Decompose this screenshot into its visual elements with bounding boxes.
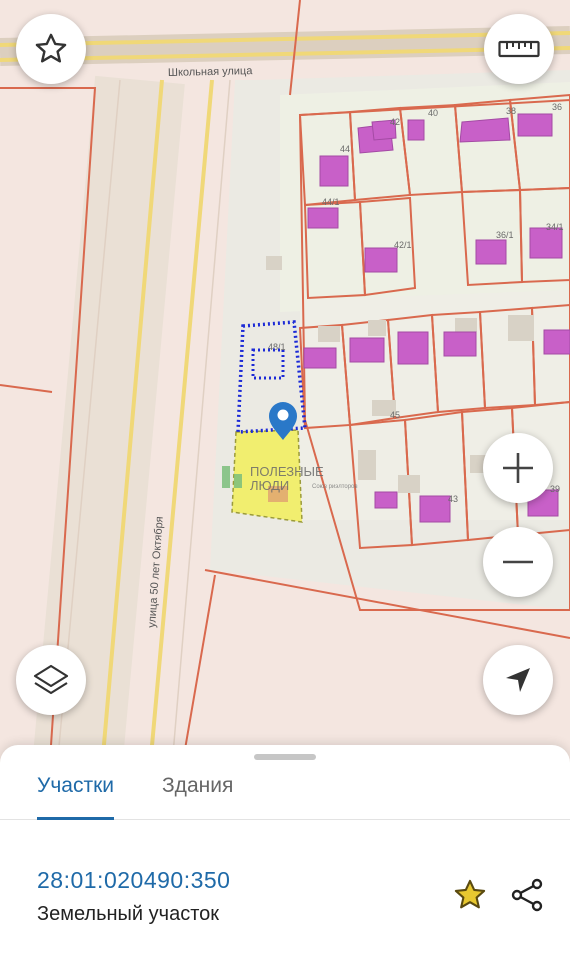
house-number: 38 (506, 106, 516, 116)
ruler-button[interactable] (484, 14, 554, 84)
sheet-drag-handle[interactable] (254, 754, 316, 760)
navigation-arrow-icon (506, 668, 530, 692)
favorite-button[interactable] (16, 14, 86, 84)
star-filled-icon (454, 879, 486, 909)
map-screen: 44 42 40 38 36 44/1 42/1 36/1 34/1 48/1 … (0, 0, 570, 960)
share-button[interactable] (507, 875, 547, 915)
house-number: 36/1 (496, 230, 514, 240)
cadastral-number-link[interactable]: 28:01:020490:350 (37, 867, 230, 894)
house-number: 43 (448, 494, 458, 504)
house-number: 44 (340, 144, 350, 154)
star-outline-icon (35, 33, 67, 63)
layers-icon (33, 664, 69, 695)
tab-parcels[interactable]: Участки (37, 771, 114, 820)
plus-icon (503, 453, 533, 483)
house-number: 39 (550, 484, 560, 494)
street-label-school: Школьная улица (168, 65, 254, 79)
minus-icon (503, 560, 533, 564)
tab-buildings[interactable]: Здания (162, 771, 233, 820)
sheet-tabs: Участки Здания (0, 767, 570, 820)
house-number: 36 (552, 102, 562, 112)
locate-me-button[interactable] (483, 645, 553, 715)
parcel-bottom-sheet[interactable]: Участки Здания 28:01:020490:350 Земельны… (0, 745, 570, 960)
watermark-line1: ПОЛЕЗНЫЕ (250, 464, 324, 479)
ruler-icon (498, 40, 540, 58)
zoom-out-button[interactable] (483, 527, 553, 597)
house-number: 34/1 (546, 222, 564, 232)
zoom-in-button[interactable] (483, 433, 553, 503)
house-number: 45 (390, 410, 400, 420)
watermark-subtitle: Союз риэлторов (312, 484, 358, 490)
favorite-parcel-button[interactable] (450, 875, 490, 915)
watermark-line2: ЛЮДИ (250, 478, 289, 493)
parcel-type-label: Земельный участок (37, 903, 220, 925)
house-number: 42 (390, 117, 400, 127)
house-number: 44/1 (322, 197, 340, 207)
house-number: 40 (428, 108, 438, 118)
house-number: 42/1 (394, 240, 412, 250)
share-icon (511, 878, 543, 912)
layers-button[interactable] (16, 645, 86, 715)
